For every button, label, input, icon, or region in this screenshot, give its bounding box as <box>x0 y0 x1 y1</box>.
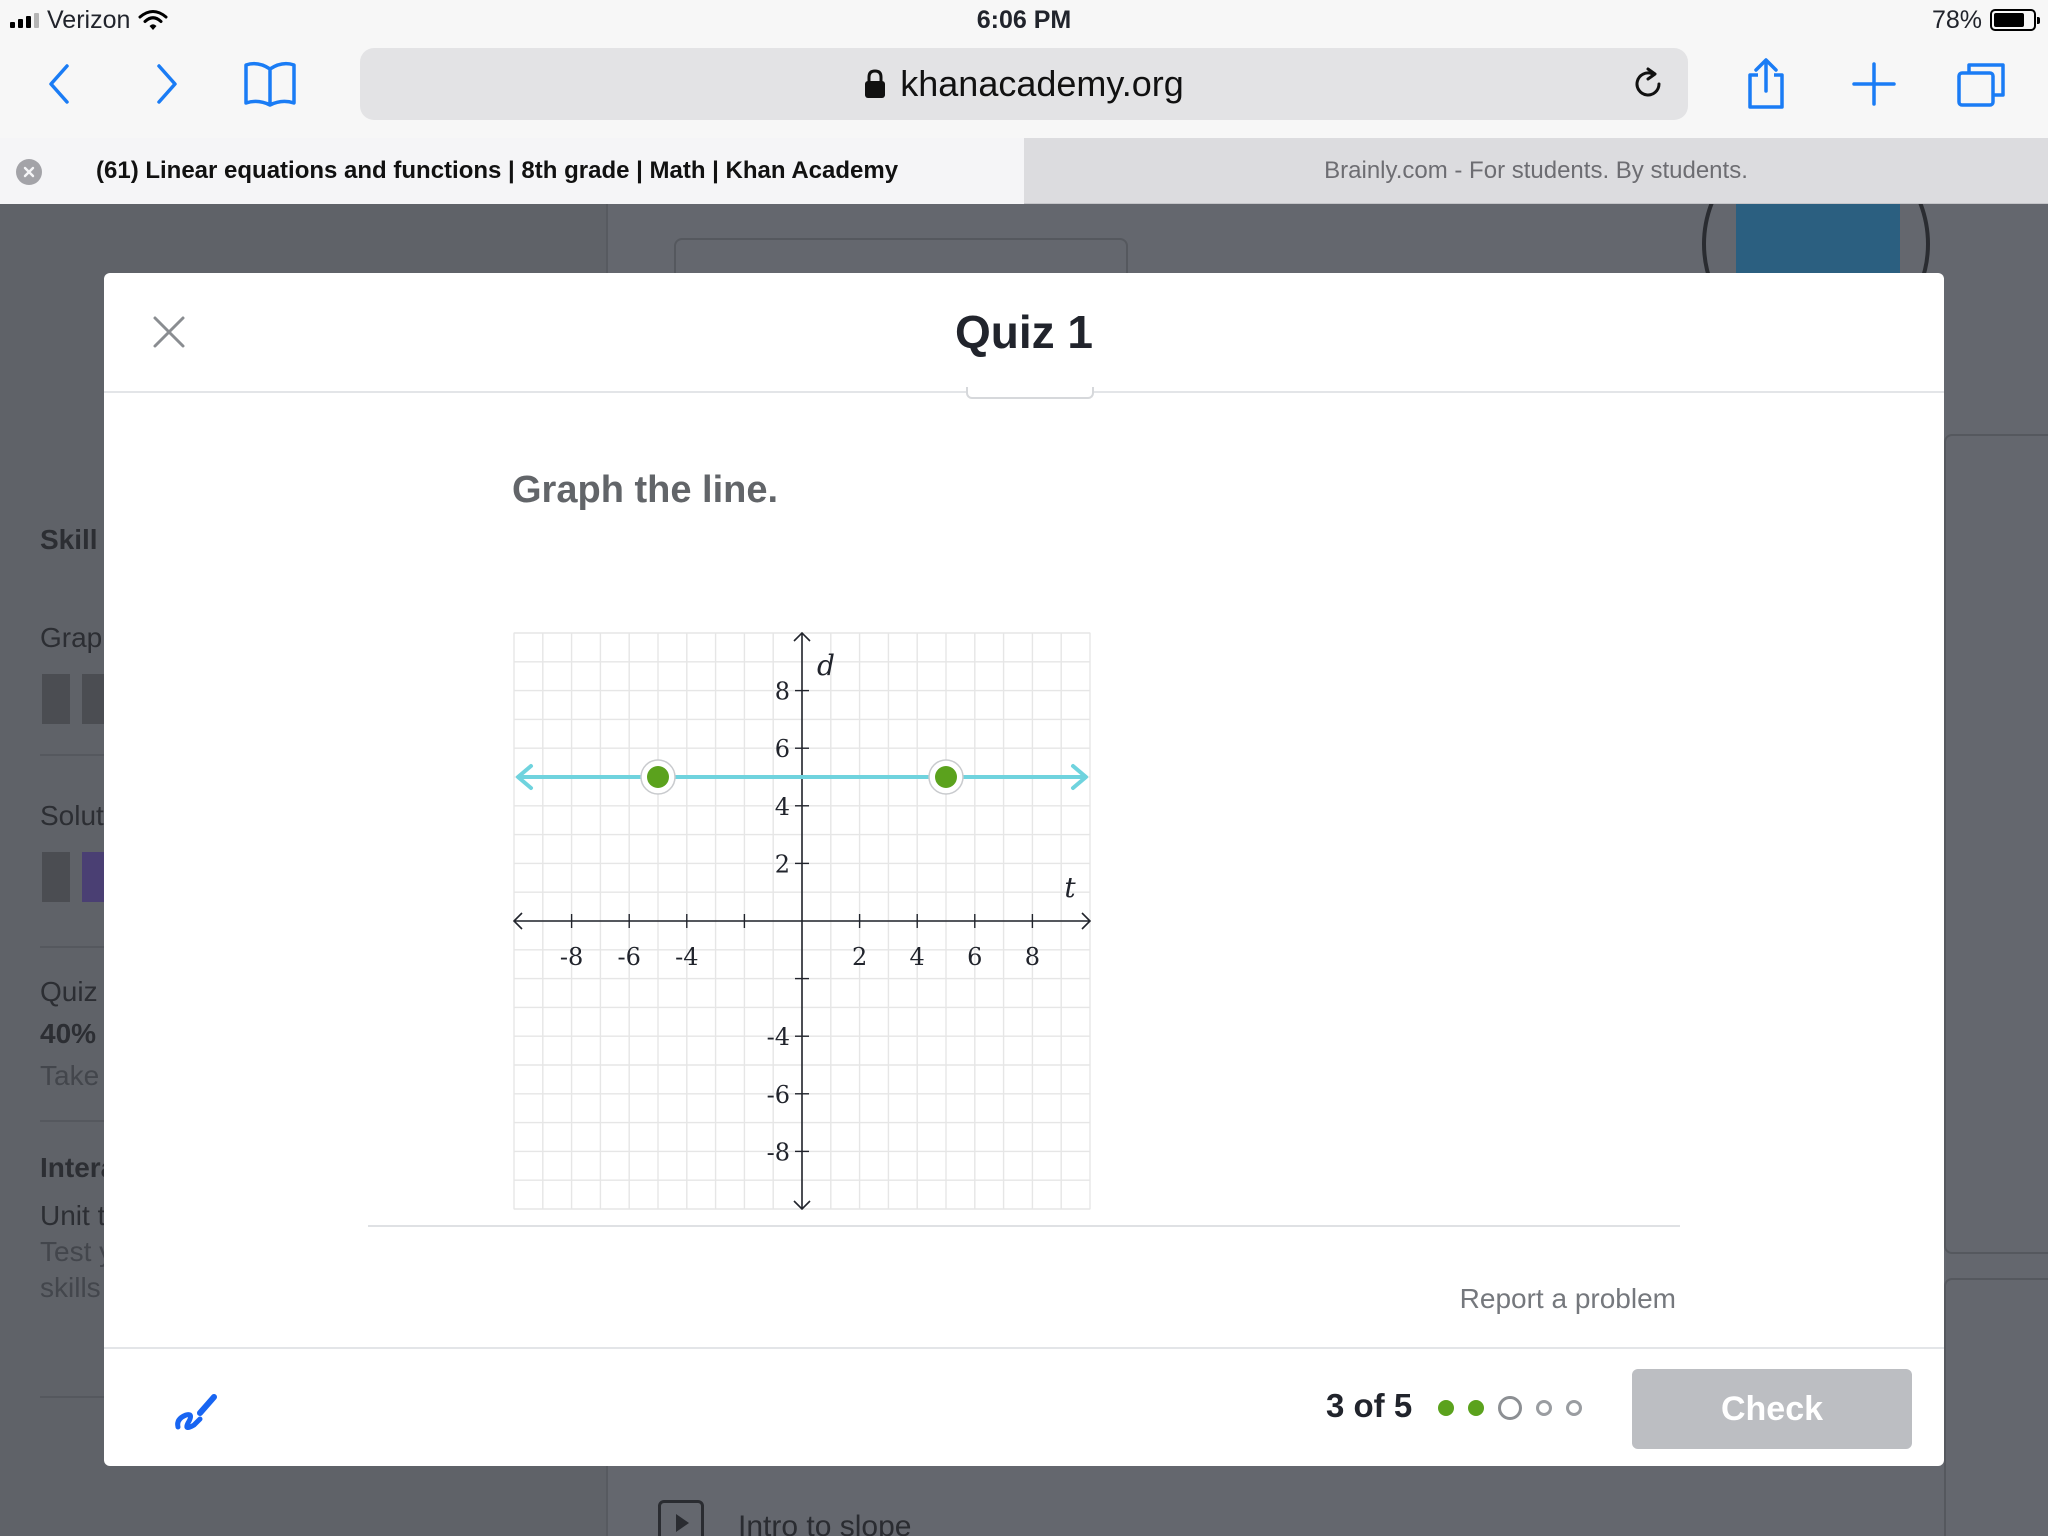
address-bar[interactable]: khanacademy.org <box>360 48 1688 120</box>
tab-khan-academy[interactable]: (61) Linear equations and functions | 8t… <box>0 138 1024 204</box>
x-tick-label: 6 <box>967 943 982 971</box>
progress-dot <box>1566 1400 1582 1416</box>
bookmarks-icon[interactable] <box>240 54 300 114</box>
battery-group: 78% <box>1931 4 2040 36</box>
tabs-icon[interactable] <box>1952 54 2012 114</box>
battery-percent: 78% <box>1931 5 1982 34</box>
play-icon <box>658 1500 704 1536</box>
y-tick-label: -6 <box>767 1081 790 1109</box>
quiz-action: Take <box>40 1060 100 1091</box>
forward-icon[interactable] <box>136 54 196 114</box>
x-tick-label: 8 <box>1025 943 1040 971</box>
y-tick-label: 2 <box>775 850 790 878</box>
progress-dot <box>1536 1400 1552 1416</box>
back-icon[interactable] <box>30 54 90 114</box>
quiz-modal: Quiz 1 Graph the line. -8 -6 -4 2 4 6 8 8 6 4 2 -4-… <box>104 273 1944 1466</box>
unit-desc: Test y <box>40 1236 114 1267</box>
tab-title: (61) Linear equations and functions | 8t… <box>96 157 899 184</box>
tab-bar: (61) Linear equations and functions | 8t… <box>0 138 2048 204</box>
lock-icon <box>865 69 886 98</box>
x-tick-label: 4 <box>910 943 925 971</box>
check-button[interactable]: Check <box>1632 1369 1912 1449</box>
scratchpad-icon[interactable] <box>170 1383 222 1435</box>
quiz-percent: 40% <box>40 1018 97 1049</box>
draggable-point[interactable] <box>647 766 669 788</box>
y-tick-label: -8 <box>767 1138 790 1166</box>
header-tab <box>966 387 1094 399</box>
reload-icon[interactable] <box>1626 62 1670 106</box>
x-tick-label: -8 <box>560 943 583 971</box>
y-axis-label: d <box>817 649 835 682</box>
modal-footer: 3 of 5 Check <box>104 1347 1944 1466</box>
y-tick-label: 6 <box>775 735 790 763</box>
x-axis-label: t <box>1064 871 1076 904</box>
progress-dot <box>1498 1396 1522 1420</box>
skill-item: Grapl <box>40 622 109 653</box>
status-bar: Verizon 6:06 PM 78% <box>0 0 2048 40</box>
progress-dot <box>1468 1400 1484 1416</box>
url-text: khanacademy.org <box>900 63 1184 104</box>
y-tick-label: 4 <box>775 793 790 821</box>
progress-dots <box>1438 1393 1582 1423</box>
progress-text: 3 of 5 <box>1326 1387 1413 1424</box>
unit-desc: skills <box>40 1272 101 1303</box>
y-tick-label: -4 <box>767 1023 790 1051</box>
progress-dot <box>1438 1400 1454 1416</box>
question-prompt: Graph the line. <box>512 469 779 511</box>
close-tab-icon[interactable] <box>16 159 42 185</box>
quiz-label: Quiz <box>40 976 98 1007</box>
draggable-point[interactable] <box>935 766 957 788</box>
tab-brainly[interactable]: Brainly.com - For students. By students. <box>1024 138 2048 204</box>
modal-title: Quiz 1 <box>954 306 1094 358</box>
report-problem-link[interactable]: Report a problem <box>1460 1283 1676 1315</box>
x-tick-label: -6 <box>618 943 641 971</box>
battery-icon <box>1990 9 2040 31</box>
browser-toolbar: khanacademy.org <box>0 40 2048 138</box>
unit-label: Unit t <box>40 1200 106 1231</box>
share-icon[interactable] <box>1736 54 1796 114</box>
divider <box>368 1225 1680 1227</box>
skill-item: Solut <box>40 800 104 831</box>
x-tick-label: -4 <box>675 943 698 971</box>
new-tab-icon[interactable] <box>1844 54 1904 114</box>
y-tick-label: 8 <box>775 678 790 706</box>
modal-header: Quiz 1 <box>104 273 1944 393</box>
clock: 6:06 PM <box>976 6 1072 34</box>
coordinate-graph[interactable]: -8 -6 -4 2 4 6 8 8 6 4 2 -4 -6 -8 t d <box>512 631 1092 1211</box>
x-tick-label: 2 <box>852 943 867 971</box>
video-title: Intro to slope <box>738 1510 912 1536</box>
skill-heading: Skill <box>40 524 98 555</box>
